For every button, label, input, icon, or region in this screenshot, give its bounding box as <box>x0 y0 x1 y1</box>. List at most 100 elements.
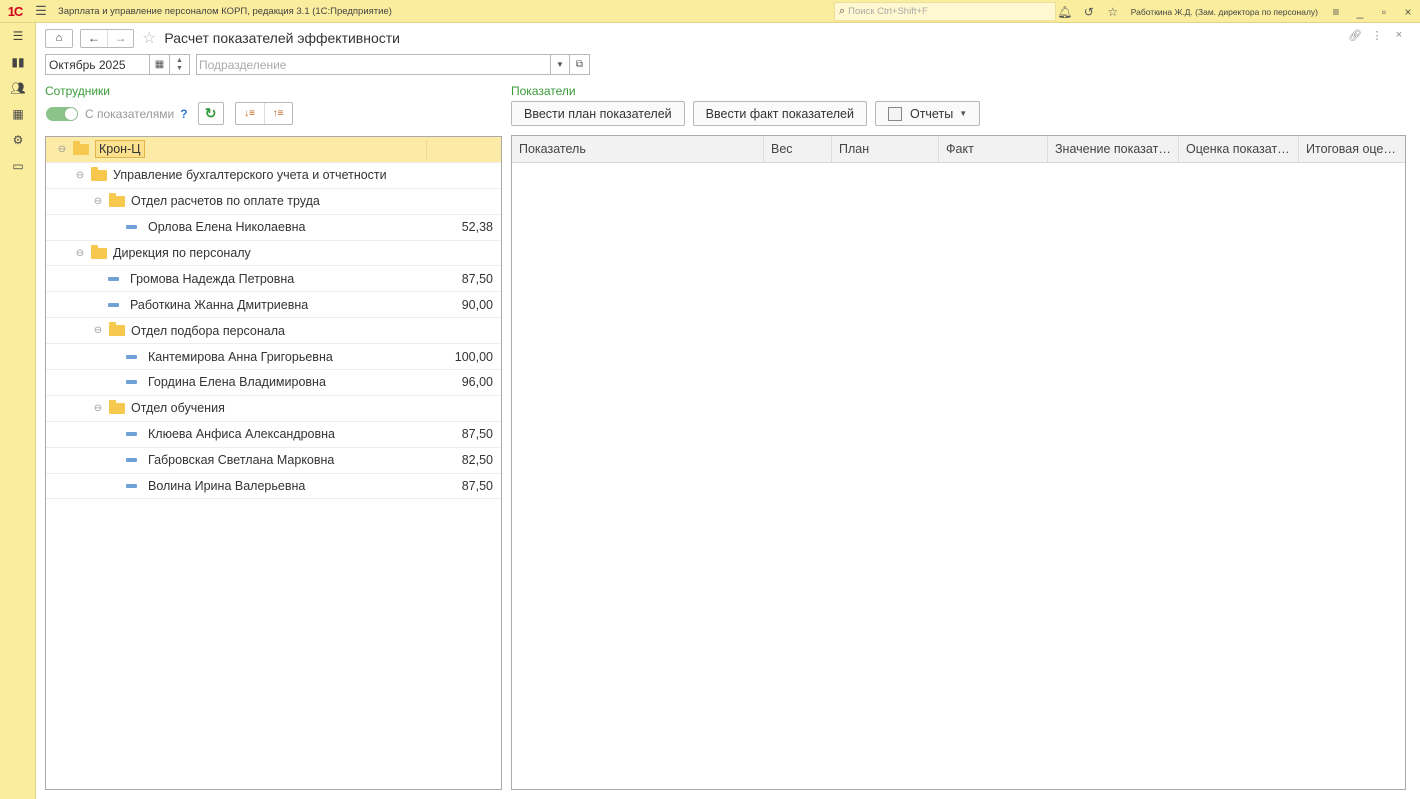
grid-column-header[interactable]: Оценка показат… <box>1179 136 1299 162</box>
chevron-down-icon[interactable]: ▼ <box>551 54 570 75</box>
gear-icon[interactable]: ⚙ <box>0 127 36 153</box>
back-arrow-icon[interactable]: ← <box>81 30 107 47</box>
grid-column-header[interactable]: Значение показат… <box>1048 136 1179 162</box>
tree-employee-row[interactable]: Орлова Елена Николаевна 52,38 <box>46 215 501 241</box>
home-button[interactable]: ⌂ <box>45 28 73 48</box>
tree-item-value: 87,50 <box>461 271 493 286</box>
refresh-button[interactable]: ↻ <box>197 102 224 125</box>
favorite-star-icon[interactable]: ☆ <box>142 28 156 48</box>
tree-item-label: Отдел обучения <box>131 401 225 416</box>
tree-folder-row[interactable]: ⊖ Отдел обучения <box>46 396 501 422</box>
tree-item-label: Волина Ирина Валерьевна <box>148 479 306 494</box>
users-icon[interactable]: 👥︎ <box>0 75 36 101</box>
grid-column-header[interactable]: Факт <box>939 136 1048 162</box>
reports-button[interactable]: Отчеты ▼ <box>874 101 981 126</box>
menu-icon[interactable]: ☰ <box>0 23 36 49</box>
tree-item-label: Управление бухгалтерского учета и отчетн… <box>113 168 387 183</box>
tree-employee-row[interactable]: Работкина Жанна Дмитриевна 90,00 <box>46 292 501 319</box>
indicators-grid[interactable]: Показатель Вес План Факт Значение показат… Оц… <box>511 135 1406 790</box>
close-window-icon[interactable]: × <box>1396 5 1420 19</box>
tree-item-value: 52,38 <box>461 220 493 235</box>
form-header: ⌂ ← → ☆ Расчет показателей эффективности <box>45 28 400 48</box>
current-user[interactable]: Работкина Ж.Д. (Зам. директора по персон… <box>1131 7 1318 17</box>
close-form-icon[interactable]: × <box>1388 29 1410 42</box>
calculator-icon[interactable]: ▦ <box>0 101 36 127</box>
employee-icon <box>126 458 137 463</box>
tree-employee-row[interactable]: Клюева Анфиса Александровна 87,50 <box>46 422 501 448</box>
tree-item-label: Дирекция по персоналу <box>113 246 251 260</box>
toggle-label: С показателями <box>85 106 175 121</box>
sections-panel: ☰ ▮▮ 👥︎ ▦ ⚙ ▭ <box>0 23 36 799</box>
form-header-actions: 🔗︎ ⋮ × <box>1344 29 1410 42</box>
sort-buttons: ↓≡ ↑≡ <box>234 102 293 125</box>
refresh-icon: ↻ <box>204 105 217 121</box>
open-icon[interactable]: ⧉ <box>570 54 590 75</box>
enter-fact-button[interactable]: Ввести факт показателей <box>692 101 867 126</box>
employee-icon <box>126 354 137 359</box>
title-bar: 1С ☰ Зарплата и управление персоналом КО… <box>0 0 1420 23</box>
help-icon[interactable]: ? <box>180 107 187 121</box>
indicators-toolbar: Ввести план показателей Ввести факт пока… <box>511 101 981 126</box>
tree-folder-row[interactable]: ⊖ Дирекция по персоналу <box>46 241 501 267</box>
tree-folder-row[interactable]: ⊖ Отдел подбора персонала <box>46 318 501 345</box>
tree-item-value: 100,00 <box>454 349 493 364</box>
enter-plan-button[interactable]: Ввести план показателей <box>511 101 685 126</box>
employees-toolbar: С показателями ? ↻ ↓≡ ↑≡ <box>46 102 293 125</box>
tree-folder-row[interactable]: ⊖ Отдел расчетов по оплате труда <box>46 189 501 215</box>
folder-icon <box>109 322 125 337</box>
more-actions-icon[interactable]: ⋮ <box>1366 29 1388 42</box>
favorites-star-icon[interactable]: ☆ <box>1101 5 1125 19</box>
bell-icon[interactable]: 🔔︎ <box>1053 5 1077 19</box>
filter-row: Октябрь 2025 ▦ ▲ ▼ Подразделение ▼ ⧉ <box>45 54 590 75</box>
employee-icon <box>108 302 119 307</box>
tree-item-value: 90,00 <box>461 297 493 312</box>
settings-menu-icon[interactable]: ≡ <box>1324 5 1348 19</box>
global-search-input[interactable]: ⌕ Поиск Ctrl+Shift+F <box>834 2 1056 21</box>
tree-employee-row[interactable]: Габровская Светлана Марковна 82,50 <box>46 448 501 474</box>
employees-tree[interactable]: ⊖ Крон-Ц ⊖ Управление бухгалтерского учета … <box>45 136 502 790</box>
sort-ascending-icon[interactable]: ↓≡ <box>236 103 264 124</box>
history-icon[interactable]: ↺ <box>1077 5 1101 19</box>
main-menu-icon[interactable]: ☰ <box>30 3 52 19</box>
sort-descending-icon[interactable]: ↑≡ <box>263 103 292 124</box>
tree-item-label: Крон-Ц <box>95 140 145 159</box>
forward-arrow-icon[interactable]: → <box>107 29 133 47</box>
minimize-icon[interactable]: _ <box>1348 5 1372 19</box>
tree-folder-row[interactable]: ⊖ Управление бухгалтерского учета и отчет… <box>46 163 501 189</box>
restore-icon[interactable]: ▫ <box>1372 5 1396 19</box>
tree-folder-row[interactable]: ⊖ Крон-Ц <box>46 137 501 163</box>
grid-column-header[interactable]: План <box>832 136 939 162</box>
employees-section-label: Сотрудники <box>45 84 110 98</box>
employee-icon <box>126 225 137 230</box>
collapse-icon[interactable]: ⊖ <box>74 248 86 259</box>
tree-item-label: Клюева Анфиса Александровна <box>148 427 335 442</box>
gift-icon[interactable]: ▮▮ <box>0 49 36 75</box>
calendar-icon[interactable]: ▦ <box>150 54 170 75</box>
collapse-icon[interactable]: ⊖ <box>92 196 104 207</box>
reports-label: Отчеты <box>909 106 954 121</box>
tree-employee-row[interactable]: Волина Ирина Валерьевна 87,50 <box>46 474 501 500</box>
collapse-icon[interactable]: ⊖ <box>56 144 68 155</box>
search-placeholder: Поиск Ctrl+Shift+F <box>848 6 928 17</box>
grid-column-header[interactable]: Показатель <box>512 136 764 162</box>
id-card-icon[interactable]: ▭ <box>0 153 36 179</box>
period-field[interactable]: Октябрь 2025 <box>45 54 150 75</box>
link-icon[interactable]: 🔗︎ <box>1344 29 1366 42</box>
grid-column-header[interactable]: Вес <box>764 136 832 162</box>
folder-icon <box>91 244 107 259</box>
tree-item-label: Гордина Елена Владимировна <box>148 375 326 390</box>
collapse-icon[interactable]: ⊖ <box>74 170 86 181</box>
page-title: Расчет показателей эффективности <box>164 30 400 46</box>
with-indicators-toggle[interactable] <box>46 106 78 121</box>
collapse-icon[interactable]: ⊖ <box>92 403 104 414</box>
app-title: Зарплата и управление персоналом КОРП, р… <box>58 5 392 17</box>
division-field[interactable]: Подразделение <box>196 54 551 75</box>
collapse-icon[interactable]: ⊖ <box>92 325 104 336</box>
grid-column-header[interactable]: Итоговая оце… <box>1299 136 1405 162</box>
period-spinner[interactable]: ▲ ▼ <box>170 54 190 75</box>
tree-employee-row[interactable]: Громова Надежда Петровна 87,50 <box>46 266 501 293</box>
tree-employee-row[interactable]: Гордина Елена Владимировна 96,00 <box>46 370 501 396</box>
tree-employee-row[interactable]: Кантемирова Анна Григорьевна 100,00 <box>46 344 501 371</box>
home-icon: ⌂ <box>55 32 63 44</box>
folder-icon <box>109 192 125 207</box>
